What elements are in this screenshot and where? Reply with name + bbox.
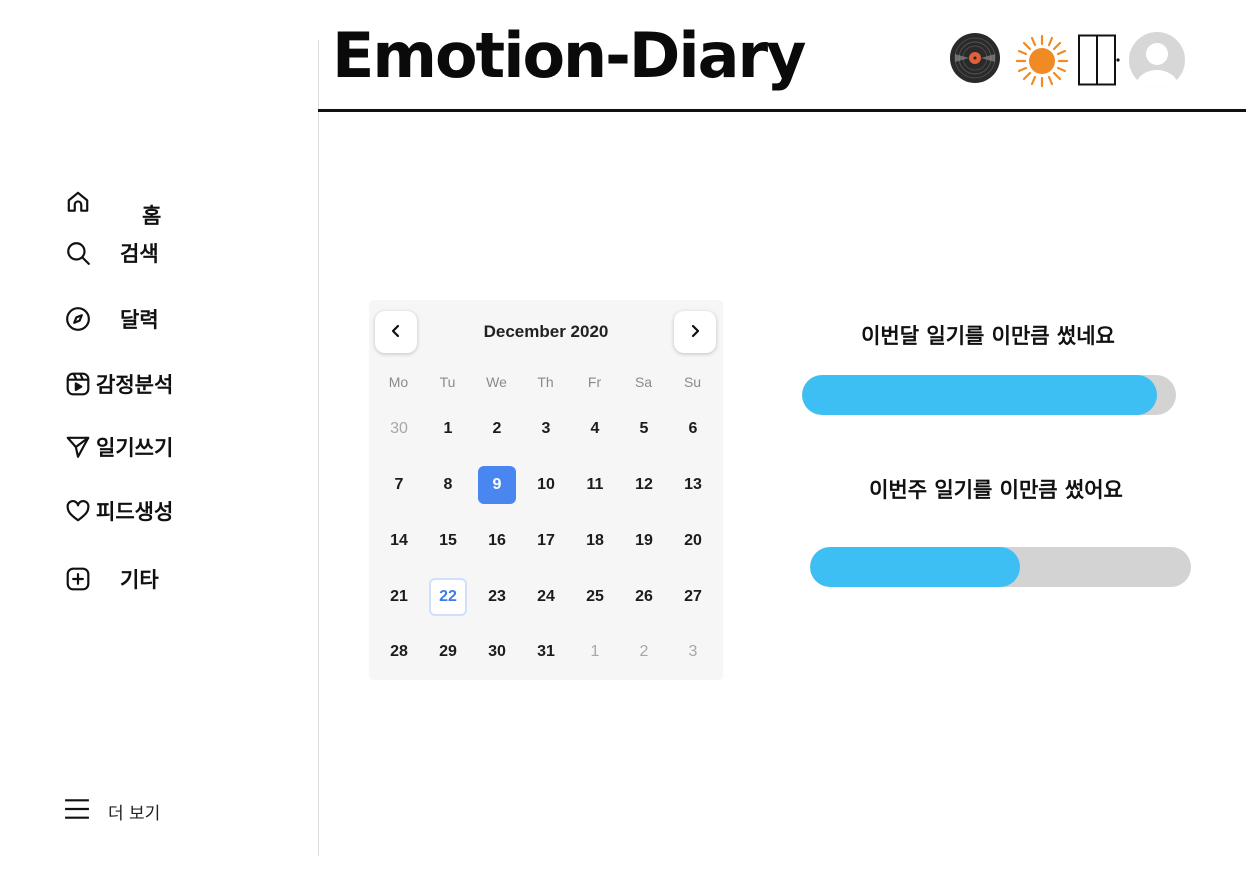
calendar-day-today[interactable]: 22 (429, 578, 467, 616)
week-progress-fill (810, 547, 1020, 587)
weekday-label: Tu (439, 374, 456, 390)
sidebar-item-label: 달력 (120, 308, 159, 332)
calendar-day[interactable]: 15 (429, 522, 467, 560)
sidebar-item-emotion-analysis[interactable]: 감정분석 (64, 369, 173, 399)
sidebar-item-write-diary[interactable]: 일기쓰기 (64, 432, 173, 462)
calendar-day[interactable]: 14 (380, 522, 418, 560)
more-label: 더 보기 (108, 803, 161, 824)
prev-month-button[interactable] (375, 311, 417, 353)
week-progress-bar (810, 547, 1191, 587)
weekday-label: Sa (634, 374, 653, 390)
sidebar-item-label: 일기쓰기 (96, 436, 174, 460)
calendar-day[interactable]: 12 (625, 466, 663, 504)
calendar-day[interactable]: 26 (625, 578, 663, 616)
weekday-label: Mo (388, 374, 409, 390)
plus-square-icon (64, 565, 92, 593)
sidebar-item-label: 피드생성 (96, 500, 174, 524)
calendar-day[interactable]: 1 (576, 633, 614, 671)
calendar-day[interactable]: 16 (478, 522, 516, 560)
calendar-day[interactable]: 3 (527, 410, 565, 448)
calendar-day[interactable]: 24 (527, 578, 565, 616)
sidebar-item-create-feed[interactable]: 피드생성 (64, 496, 173, 526)
weekday-label: Su (683, 374, 702, 390)
heart-icon (64, 497, 92, 525)
calendar-day[interactable]: 28 (380, 633, 418, 671)
vinyl-record-icon[interactable] (949, 32, 1001, 84)
calendar-day-selected[interactable]: 9 (478, 466, 516, 504)
week-progress-title: 이번주 일기를 이만큼 썼어요 (869, 478, 1123, 502)
calendar-day[interactable]: 2 (625, 633, 663, 671)
calendar-day[interactable]: 30 (380, 410, 418, 448)
sidebar-item-label: 홈 (142, 204, 162, 228)
home-icon (64, 188, 92, 216)
menu-icon (64, 796, 90, 826)
sidebar-item-search[interactable]: 검색 (64, 238, 159, 268)
sidebar-item-calendar[interactable]: 달력 (64, 304, 159, 334)
calendar-day[interactable]: 2 (478, 410, 516, 448)
page-title: Emotion-Diary (332, 19, 806, 92)
sidebar-item-home[interactable]: 홈 (64, 174, 161, 230)
weekday-label: We (486, 374, 507, 390)
header-divider (318, 109, 1246, 112)
door-icon[interactable] (1077, 34, 1121, 86)
calendar-day[interactable]: 23 (478, 578, 516, 616)
calendar-day[interactable]: 30 (478, 633, 516, 671)
weekday-label: Th (537, 374, 554, 390)
calendar-day[interactable]: 19 (625, 522, 663, 560)
search-icon (64, 239, 92, 267)
calendar-day[interactable]: 27 (674, 578, 712, 616)
calendar-day[interactable]: 13 (674, 466, 712, 504)
month-progress-fill (802, 375, 1158, 415)
send-icon (64, 433, 92, 461)
calendar-day[interactable]: 8 (429, 466, 467, 504)
month-progress-bar (802, 375, 1176, 415)
calendar-day[interactable]: 17 (527, 522, 565, 560)
sidebar-item-label: 기타 (120, 568, 159, 592)
weekday-label: Fr (587, 374, 602, 390)
calendar: December 2020 Mo Tu We Th Fr Sa Su 30 1 … (369, 300, 723, 680)
calendar-day[interactable]: 11 (576, 466, 614, 504)
month-title: December 2020 (483, 322, 609, 341)
calendar-day[interactable]: 21 (380, 578, 418, 616)
more-button[interactable]: 더 보기 (64, 796, 160, 826)
sidebar-item-etc[interactable]: 기타 (64, 564, 159, 594)
calendar-day[interactable]: 10 (527, 466, 565, 504)
calendar-day[interactable]: 25 (576, 578, 614, 616)
calendar-day[interactable]: 6 (674, 410, 712, 448)
calendar-day[interactable]: 1 (429, 410, 467, 448)
reels-icon (64, 370, 92, 398)
calendar-day[interactable]: 31 (527, 633, 565, 671)
calendar-day[interactable]: 3 (674, 633, 712, 671)
next-month-button[interactable] (674, 311, 716, 353)
calendar-day[interactable]: 29 (429, 633, 467, 671)
sidebar-item-label: 검색 (120, 242, 159, 266)
calendar-day[interactable]: 18 (576, 522, 614, 560)
avatar[interactable] (1128, 31, 1186, 89)
sun-icon[interactable] (1015, 34, 1069, 88)
calendar-day[interactable]: 5 (625, 410, 663, 448)
sidebar-divider (318, 40, 319, 856)
chevron-left-icon (389, 323, 403, 342)
calendar-day[interactable]: 7 (380, 466, 418, 504)
month-progress-title: 이번달 일기를 이만큼 썼네요 (861, 324, 1115, 348)
compass-icon (64, 305, 92, 333)
sidebar-item-label: 감정분석 (96, 373, 174, 397)
calendar-day[interactable]: 20 (674, 522, 712, 560)
chevron-right-icon (688, 323, 702, 342)
calendar-day[interactable]: 4 (576, 410, 614, 448)
